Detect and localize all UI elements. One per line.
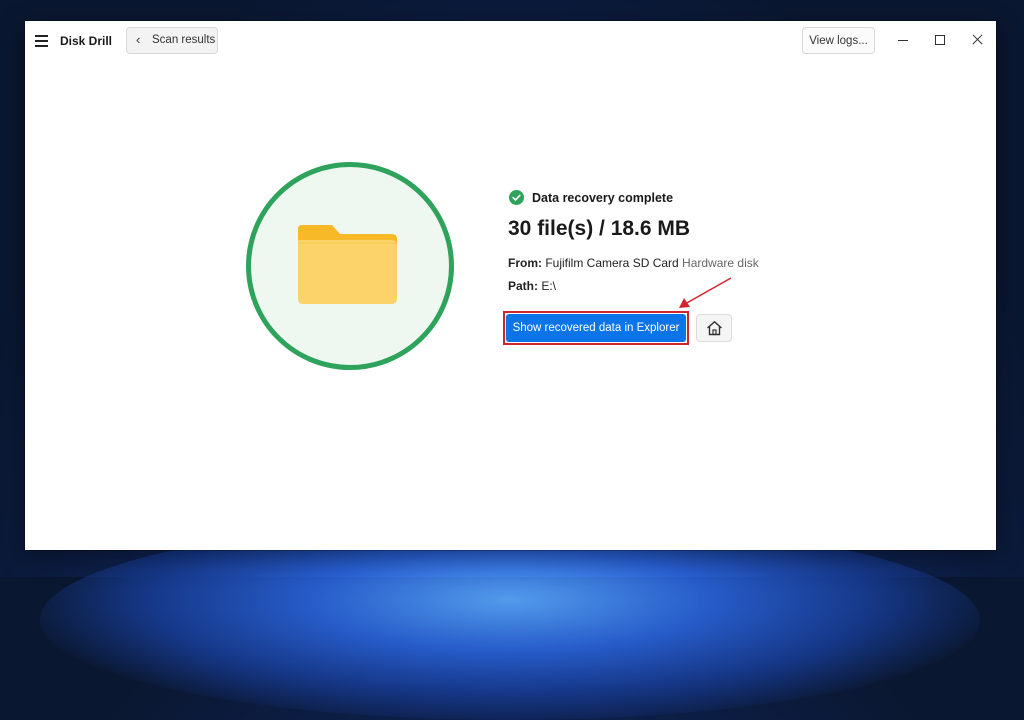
scan-results-button[interactable]: ‹ Scan results xyxy=(126,27,218,54)
check-circle-icon xyxy=(509,190,524,205)
home-icon xyxy=(707,321,722,336)
folder-icon xyxy=(298,225,397,304)
app-window: Disk Drill ‹ Scan results View logs... D… xyxy=(25,21,996,550)
home-button[interactable] xyxy=(696,314,732,342)
source-type: Hardware disk xyxy=(682,256,759,270)
source-device: Fujifilm Camera SD Card xyxy=(545,256,679,270)
source-info: From: Fujifilm Camera SD Card Hardware d… xyxy=(508,256,759,270)
minimize-icon[interactable] xyxy=(895,32,911,48)
close-icon[interactable] xyxy=(969,32,985,48)
chevron-left-icon: ‹ xyxy=(136,32,141,47)
path-info: Path: E:\ xyxy=(508,279,556,293)
app-title: Disk Drill xyxy=(60,34,113,48)
path-label: Path: xyxy=(508,279,538,293)
annotation-arrow xyxy=(679,277,732,308)
recovery-summary: 30 file(s) / 18.6 MB xyxy=(508,217,691,240)
path-value: E:\ xyxy=(541,279,557,293)
show-in-explorer-button[interactable]: Show recovered data in Explorer xyxy=(506,314,686,342)
hamburger-icon[interactable] xyxy=(35,35,49,47)
status-text: Data recovery complete xyxy=(532,190,674,205)
maximize-icon[interactable] xyxy=(932,32,948,48)
status-row: Data recovery complete xyxy=(509,190,673,205)
desktop-wallpaper xyxy=(40,520,980,720)
from-label: From: xyxy=(508,256,542,270)
scan-results-label: Scan results xyxy=(152,34,216,46)
view-logs-button[interactable]: View logs... xyxy=(802,27,875,54)
